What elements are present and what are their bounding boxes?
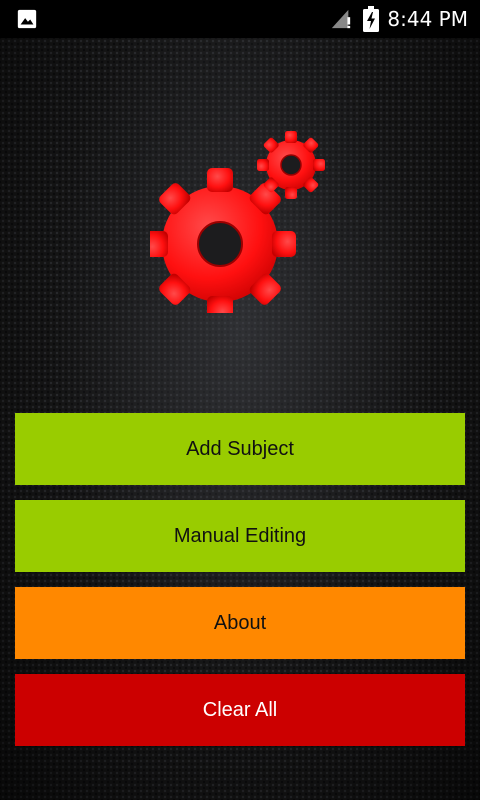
status-clock: 8:44 PM <box>387 7 468 31</box>
clear-all-button[interactable]: Clear All <box>15 674 465 746</box>
gears-icon <box>150 131 325 313</box>
status-bar: 8:44 PM <box>0 0 480 38</box>
gallery-icon <box>17 9 37 29</box>
signal-icon <box>331 9 351 29</box>
manual-editing-button[interactable]: Manual Editing <box>15 500 465 572</box>
main-screen: Add Subject Manual Editing About Clear A… <box>0 38 480 800</box>
add-subject-button[interactable]: Add Subject <box>15 413 465 485</box>
battery-charging-icon <box>363 6 379 32</box>
about-button[interactable]: About <box>15 587 465 659</box>
